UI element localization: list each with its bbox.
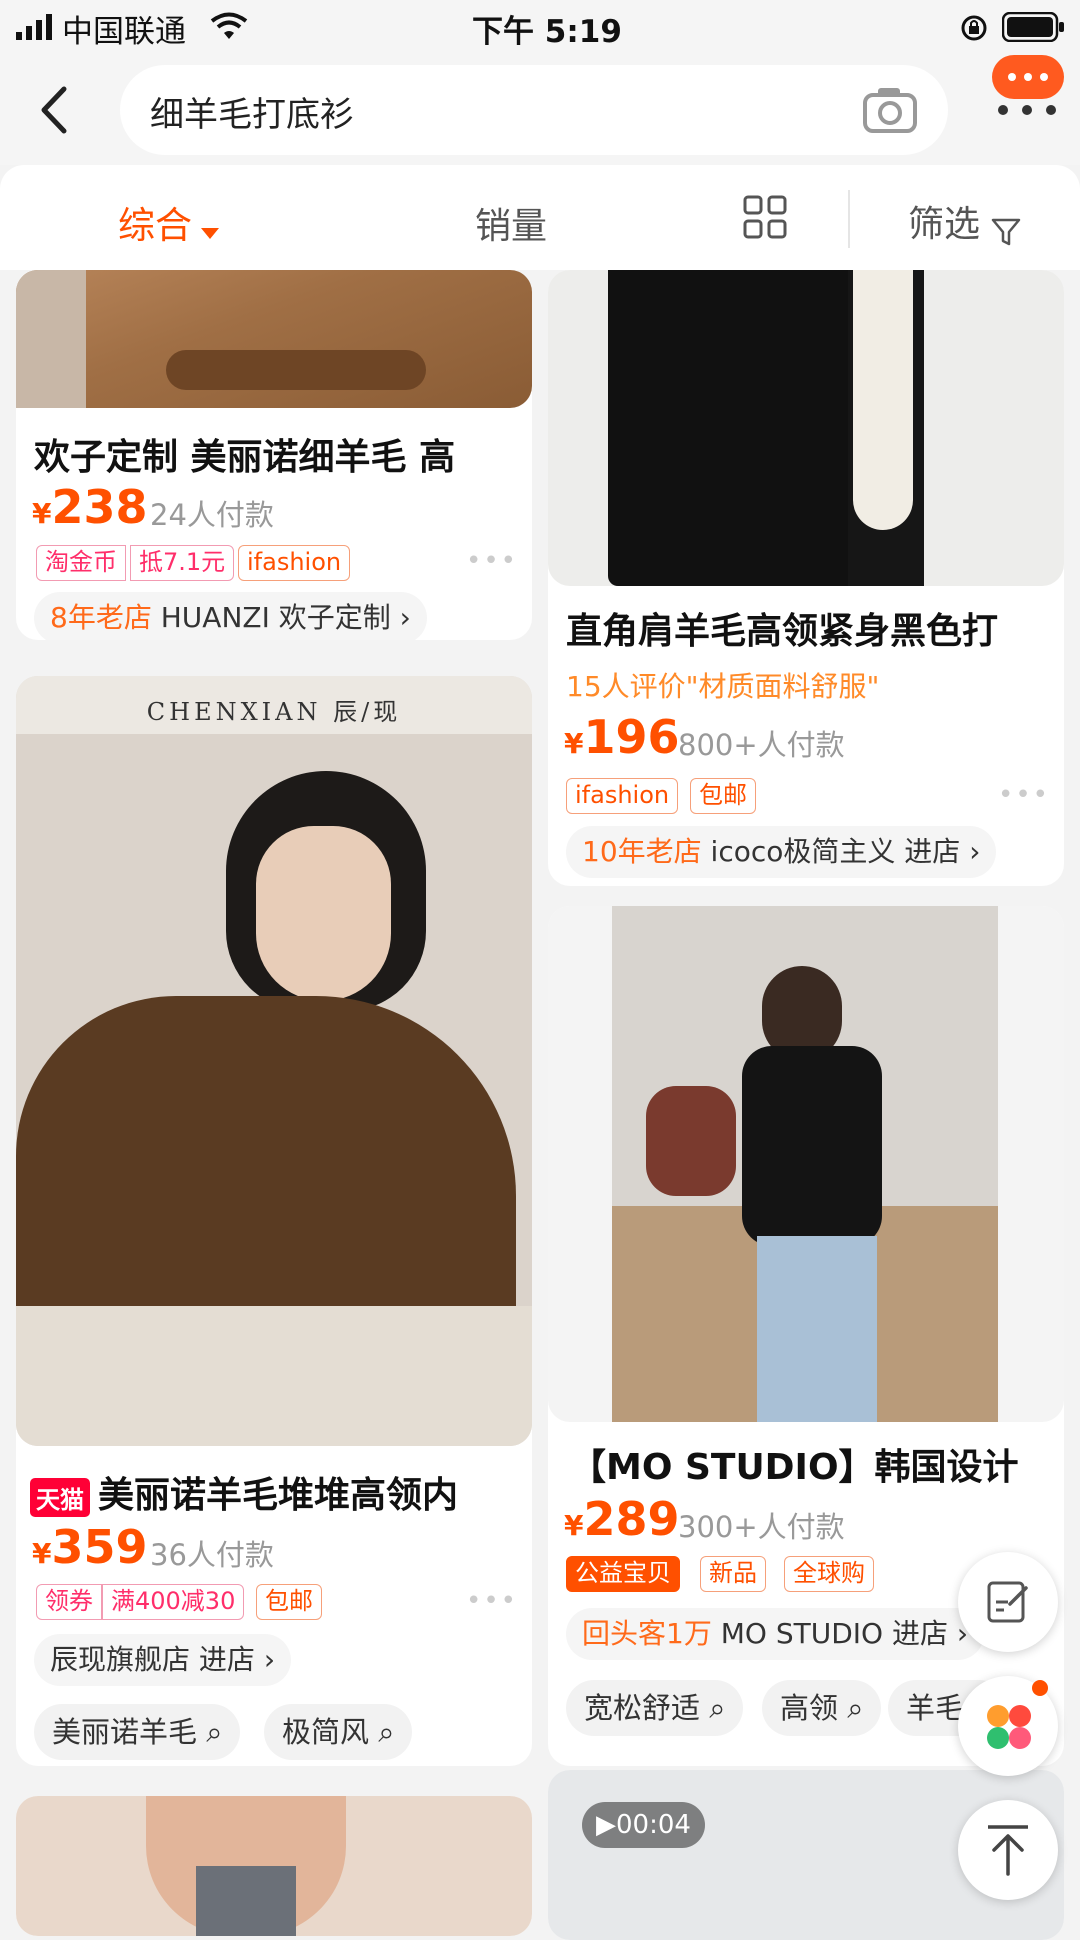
filter-bar: 综合 销量 筛选 [0, 165, 1080, 270]
wifi-icon [210, 12, 248, 39]
search-header: 细羊毛打底衫 [0, 55, 1080, 165]
product-sales: 800+人付款 [678, 728, 845, 762]
shop-link[interactable]: 10年老店 icoco极简主义 进店 › [566, 826, 997, 878]
promo-tag: 包邮 [256, 1584, 322, 1620]
back-to-top-button[interactable] [958, 1800, 1058, 1900]
product-title: 【MO STUDIO】韩国设计 [570, 1447, 1019, 1488]
keyword-chip[interactable]: 高领 ⌕ [762, 1680, 882, 1736]
search-icon: ⌕ [847, 1691, 864, 1725]
search-icon: ⌕ [378, 1715, 395, 1749]
promo-tag: 全球购 [784, 1556, 874, 1592]
video-duration-badge: ▶00:04 [582, 1802, 705, 1848]
rotation-lock-icon [961, 15, 987, 41]
promo-tag: 满400减30 [102, 1584, 245, 1620]
product-card[interactable]: 直角肩羊毛高领紧身黑色打 15人评价"材质面料舒服" ¥196 800+人付款 … [548, 270, 1064, 886]
product-sales: 24人付款 [150, 498, 274, 532]
product-card[interactable] [16, 1796, 532, 1936]
shop-link[interactable]: 辰现旗舰店 进店 › [34, 1634, 292, 1686]
more-options-icon[interactable]: ••• [998, 780, 1050, 810]
filter-label: 筛选 [908, 204, 981, 245]
promo-tag: 新品 [700, 1556, 766, 1592]
promo-tag: 包邮 [690, 778, 756, 814]
clock: 下午 5:19 [472, 14, 622, 50]
tmall-badge: 天猫 [30, 1477, 90, 1517]
tab-sales[interactable]: 销量 [475, 197, 547, 249]
promo-tag: 淘金币 [36, 545, 126, 581]
product-price: ¥289 [564, 1492, 680, 1546]
promo-tag: ifashion [238, 545, 351, 581]
product-price: ¥359 [32, 1520, 148, 1574]
product-title: 天猫 美丽诺羊毛堆堆高领内 [30, 1466, 526, 1518]
promo-tag: 领券 [36, 1584, 102, 1620]
apps-flower-icon [987, 1705, 1031, 1749]
product-price: ¥238 [32, 480, 148, 534]
battery-icon [1002, 12, 1064, 42]
keyword-chip[interactable]: 极简风 ⌕ [264, 1704, 413, 1760]
more-menu-button[interactable] [990, 55, 1070, 125]
product-image[interactable] [548, 906, 1064, 1422]
app-shortcut-button[interactable] [958, 1676, 1058, 1776]
grid-view-icon[interactable] [743, 195, 787, 239]
status-bar: 中国联通 下午 5:19 [0, 0, 1080, 55]
product-price: ¥196 [564, 710, 680, 764]
search-query: 细羊毛打底衫 [150, 95, 354, 135]
play-icon: ▶ [596, 1810, 616, 1840]
signal-icon [16, 14, 52, 40]
camera-icon[interactable] [862, 85, 918, 135]
arrow-up-icon [988, 1825, 1028, 1876]
funnel-icon [991, 218, 1021, 245]
carrier-label: 中国联通 [62, 14, 186, 50]
search-input[interactable]: 细羊毛打底衫 [120, 65, 948, 155]
brand-header: CHENXIAN 辰/现 [146, 698, 402, 726]
product-image[interactable] [548, 270, 1064, 586]
keyword-chip[interactable]: 美丽诺羊毛 ⌕ [34, 1704, 241, 1760]
promo-tag: 公益宝贝 [566, 1556, 680, 1592]
feedback-button[interactable] [958, 1552, 1058, 1652]
product-title: 直角肩羊毛高领紧身黑色打 [566, 611, 999, 652]
notification-dot [1032, 1680, 1048, 1696]
shop-link[interactable]: 回头客1万 MO STUDIO 进店 › [566, 1608, 985, 1660]
filter-button[interactable]: 筛选 [908, 195, 1021, 245]
product-image[interactable] [16, 270, 532, 408]
more-options-icon[interactable]: ••• [466, 546, 518, 576]
promo-tag: 抵7.1元 [130, 545, 235, 581]
product-card[interactable]: 欢子定制 美丽诺细羊毛 高 ¥238 24人付款 淘金币 抵7.1元 ifash… [16, 270, 532, 640]
product-sales: 36人付款 [150, 1538, 274, 1572]
promo-tag: ifashion [566, 778, 679, 814]
back-arrow-icon[interactable] [36, 85, 70, 135]
product-image[interactable] [16, 1796, 532, 1936]
review-highlight: 15人评价"材质面料舒服" [566, 670, 880, 703]
product-image[interactable]: CHENXIAN 辰/现 [16, 676, 532, 1446]
product-sales: 300+人付款 [678, 1510, 845, 1544]
product-card[interactable]: CHENXIAN 辰/现 天猫 美丽诺羊毛堆堆高领内 ¥359 36人付款 领券 … [16, 676, 532, 1766]
caret-down-icon [201, 227, 220, 239]
message-bubble-icon [992, 55, 1064, 99]
shop-link[interactable]: 8年老店 HUANZI 欢子定制 › [34, 592, 427, 640]
edit-note-icon [987, 1581, 1028, 1623]
more-options-icon[interactable]: ••• [466, 1586, 518, 1616]
tab-comprehensive[interactable]: 综合 [118, 195, 220, 247]
search-icon: ⌕ [206, 1715, 223, 1749]
keyword-chip[interactable]: 宽松舒适 ⌕ [566, 1680, 744, 1736]
tab-comprehensive-label: 综合 [118, 204, 192, 247]
search-icon: ⌕ [709, 1691, 726, 1725]
product-title: 欢子定制 美丽诺细羊毛 高 [34, 437, 456, 478]
divider [848, 190, 850, 248]
